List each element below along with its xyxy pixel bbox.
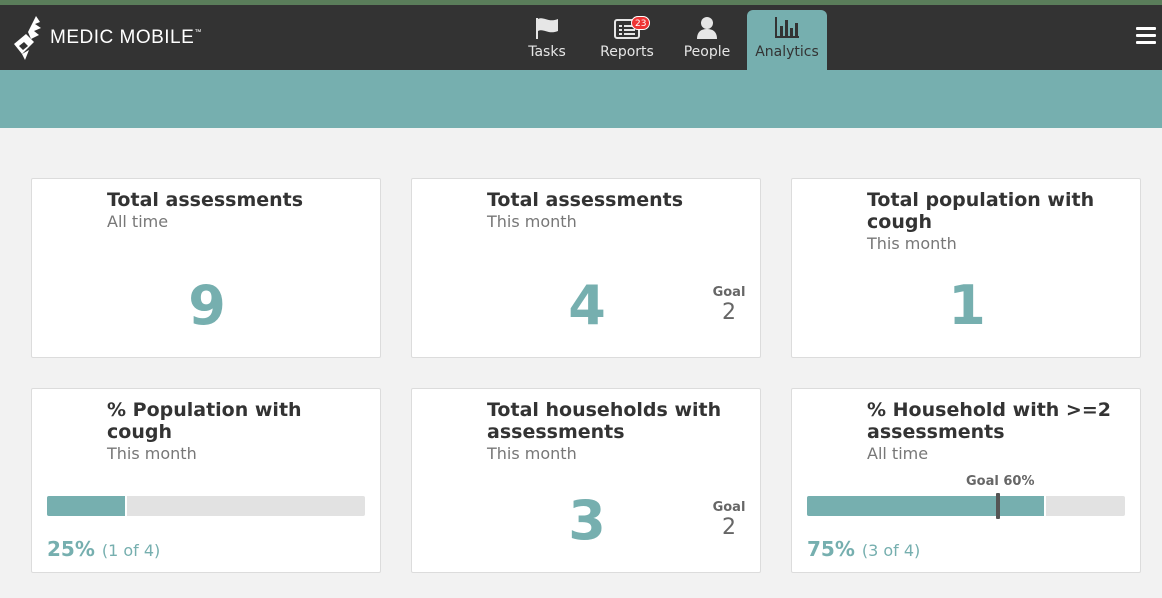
widget-percent-household-with-2-assessments: % Household with >=2 assessments All tim… (791, 388, 1141, 573)
widget-title: Total households with assessments This m… (487, 399, 746, 465)
progress-fill (807, 496, 1046, 516)
tab-label: People (683, 44, 731, 60)
reports-unread-badge: 23 (631, 16, 651, 30)
progress-percent: 25% (1 of 4) (47, 537, 161, 561)
tab-people[interactable]: People (667, 10, 747, 70)
progress-count: (3 of 4) (861, 541, 921, 560)
brand-name: MEDIC MOBILE™ (50, 27, 202, 48)
goal-marker-label: Goal 60% (966, 474, 1035, 489)
goal-value: 2 (722, 300, 736, 325)
goal-label: Goal (712, 285, 746, 300)
goal-marker (996, 493, 1000, 519)
widget-goal: Goal 2 (704, 285, 754, 326)
widget-title: % Population with cough This month (107, 399, 366, 465)
widget-subtitle: This month (107, 444, 197, 463)
widget-value: 1 (948, 274, 986, 337)
widget-title: Total population with cough This month (867, 189, 1126, 255)
widget-percent-population-with-cough: % Population with cough This month 25% (… (31, 388, 381, 573)
widget-subtitle: This month (487, 444, 577, 463)
goal-value: 2 (722, 515, 736, 540)
progress-bar (807, 496, 1125, 516)
tab-tasks[interactable]: Tasks (507, 10, 587, 70)
medic-mobile-logo[interactable]: MEDIC MOBILE™ (10, 13, 202, 63)
progress-count: (1 of 4) (101, 541, 161, 560)
flag-icon (536, 18, 558, 39)
goal-label: Goal (712, 500, 746, 515)
widget-title: % Household with >=2 assessments All tim… (867, 399, 1126, 465)
tab-label: Tasks (528, 44, 566, 60)
widget-subtitle: All time (867, 444, 929, 463)
widget-total-population-with-cough: Total population with cough This month 1 (791, 178, 1141, 358)
progress-percent: 75% (3 of 4) (807, 537, 921, 561)
widget-value: 9 (188, 274, 226, 337)
navbar: MEDIC MOBILE™ Tasks 23 Reports People An… (0, 5, 1162, 70)
tab-reports[interactable]: 23 Reports (587, 10, 667, 70)
tab-analytics[interactable]: Analytics (747, 10, 827, 70)
tab-label: Reports (600, 44, 654, 60)
progress-fill (47, 496, 127, 516)
widget-total-assessments-this-month: Total assessments This month 4 Goal 2 (411, 178, 761, 358)
widget-subtitle: This month (487, 212, 577, 231)
widget-total-assessments-all-time: Total assessments All time 9 (31, 178, 381, 358)
hamburger-menu-icon[interactable] (1136, 27, 1156, 47)
widget-subtitle: All time (107, 212, 169, 231)
progress-bar (47, 496, 365, 516)
tab-label: Analytics (755, 44, 819, 60)
medic-mobile-logo-icon (14, 16, 41, 60)
bar-chart-icon (775, 17, 799, 38)
widget-title: Total assessments This month (487, 189, 746, 233)
person-icon (697, 17, 717, 39)
widget-title: Total assessments All time (107, 189, 366, 233)
widget-subtitle: This month (867, 234, 957, 253)
widget-total-households-with-assessments: Total households with assessments This m… (411, 388, 761, 573)
main-tabs: Tasks 23 Reports People Analytics (507, 5, 827, 70)
analytics-banner (0, 70, 1162, 128)
widget-goal: Goal 2 (704, 500, 754, 541)
